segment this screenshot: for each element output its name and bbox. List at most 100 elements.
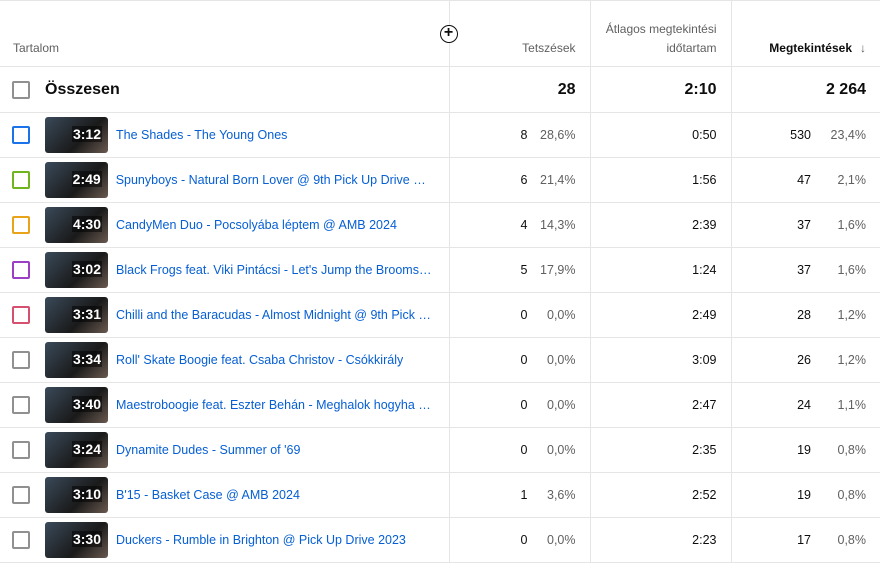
views-value: 37 — [797, 263, 811, 277]
row-checkbox[interactable] — [12, 261, 30, 279]
avg-duration-value: 0:50 — [589, 112, 731, 158]
video-title-link[interactable]: Roll' Skate Boogie feat. Csaba Christov … — [116, 353, 403, 367]
views-value: 17 — [797, 533, 811, 547]
table-row: 3:31 Chilli and the Baracudas - Almost M… — [0, 292, 880, 338]
video-duration: 3:30 — [71, 531, 102, 547]
views-percent: 1,6% — [837, 218, 867, 232]
video-thumbnail[interactable]: 4:30 — [45, 207, 108, 243]
views-cell: 47 2,1% — [730, 157, 880, 203]
table-row: 3:12 The Shades - The Young Ones 8 28,6% … — [0, 112, 880, 158]
video-thumbnail[interactable]: 3:10 — [45, 477, 108, 513]
avg-duration-value: 2:49 — [589, 292, 731, 338]
column-header-avg-duration[interactable]: Átlagos megtekintési időtartam — [589, 0, 731, 67]
row-checkbox[interactable] — [12, 171, 30, 189]
header-row: Tartalom + Tetszések Átlagos megtekintési… — [0, 0, 880, 67]
video-thumbnail[interactable]: 3:31 — [45, 297, 108, 333]
avg-duration-value: 2:35 — [589, 427, 731, 473]
video-duration: 3:12 — [71, 126, 102, 142]
views-cell: 24 1,1% — [730, 382, 880, 428]
likes-cell: 0 0,0% — [448, 382, 590, 428]
views-percent: 0,8% — [837, 488, 867, 502]
likes-value: 8 — [520, 128, 528, 142]
likes-cell: 4 14,3% — [448, 202, 590, 248]
column-header-views[interactable]: Megtekintések ↓ — [730, 0, 880, 67]
views-cell: 530 23,4% — [730, 112, 880, 158]
content-header-label: Tartalom — [13, 41, 60, 55]
video-title-link[interactable]: Dynamite Dudes - Summer of '69 — [116, 443, 300, 457]
avg-duration-value: 2:23 — [589, 517, 731, 563]
views-percent: 1,6% — [837, 263, 867, 277]
views-value: 19 — [797, 488, 811, 502]
likes-value: 0 — [520, 398, 528, 412]
video-title-link[interactable]: Black Frogs feat. Viki Pintácsi - Let's … — [116, 263, 431, 277]
row-checkbox[interactable] — [12, 216, 30, 234]
video-title-link[interactable]: CandyMen Duo - Pocsolyába léptem @ AMB 2… — [116, 218, 397, 232]
video-thumbnail[interactable]: 3:34 — [45, 342, 108, 378]
video-title-link[interactable]: Spunyboys - Natural Born Lover @ 9th Pic… — [116, 173, 435, 187]
video-title-link[interactable]: Chilli and the Baracudas - Almost Midnig… — [116, 308, 431, 322]
likes-cell: 0 0,0% — [448, 517, 590, 563]
views-value: 19 — [797, 443, 811, 457]
video-thumbnail[interactable]: 2:49 — [44, 162, 108, 198]
row-checkbox[interactable] — [12, 441, 30, 459]
views-percent: 1,1% — [837, 398, 867, 412]
content-cell: 3:02 Black Frogs feat. Viki Pintácsi - L… — [0, 247, 449, 293]
likes-value: 5 — [520, 263, 528, 277]
video-title-link[interactable]: B'15 - Basket Case @ AMB 2024 — [116, 488, 300, 502]
video-duration: 2:49 — [71, 171, 102, 187]
row-checkbox[interactable] — [12, 396, 30, 414]
views-percent: 23,4% — [830, 128, 866, 142]
video-thumbnail[interactable]: 3:12 — [45, 117, 108, 153]
video-title-link[interactable]: Duckers - Rumble in Brighton @ Pick Up D… — [116, 533, 406, 547]
video-thumbnail[interactable]: 3:30 — [45, 522, 108, 558]
column-header-content: Tartalom + — [0, 0, 458, 67]
video-duration: 3:34 — [71, 351, 102, 367]
views-cell: 28 1,2% — [730, 292, 880, 338]
video-title-link[interactable]: The Shades - The Young Ones — [116, 128, 287, 142]
avg-duration-value: 2:52 — [589, 472, 731, 518]
views-percent: 1,2% — [837, 353, 867, 367]
video-title-link[interactable]: Maestroboogie feat. Eszter Behán - Megha… — [116, 398, 435, 412]
video-thumbnail[interactable]: 3:24 — [45, 432, 108, 468]
table-row: 4:30 CandyMen Duo - Pocsolyába léptem @ … — [0, 202, 880, 248]
plus-circle-icon[interactable]: + — [439, 25, 458, 43]
likes-percent: 0,0% — [547, 533, 576, 547]
likes-cell: 1 3,6% — [448, 472, 590, 518]
likes-percent: 0,0% — [547, 398, 576, 412]
likes-value: 6 — [520, 173, 528, 187]
video-duration: 4:30 — [71, 216, 102, 232]
total-avg-duration: 2:10 — [589, 66, 731, 113]
likes-value: 0 — [520, 533, 528, 547]
likes-value: 0 — [520, 308, 528, 322]
views-percent: 2,1% — [837, 173, 867, 187]
views-cell: 37 1,6% — [730, 202, 880, 248]
views-value: 24 — [797, 398, 811, 412]
total-row: Összesen 28 2:10 2 264 — [0, 66, 880, 113]
video-duration: 3:10 — [71, 486, 102, 502]
content-cell: 3:10 B'15 - Basket Case @ AMB 2024 — [0, 472, 449, 518]
views-cell: 19 0,8% — [730, 472, 880, 518]
content-cell: 3:30 Duckers - Rumble in Brighton @ Pick… — [0, 517, 449, 563]
views-cell: 26 1,2% — [730, 337, 880, 383]
row-checkbox[interactable] — [12, 306, 30, 324]
total-label: Összesen — [45, 80, 120, 98]
views-cell: 37 1,6% — [730, 247, 880, 293]
table-row: 3:30 Duckers - Rumble in Brighton @ Pick… — [0, 517, 880, 563]
video-thumbnail[interactable]: 3:02 — [45, 252, 108, 288]
row-checkbox[interactable] — [12, 126, 30, 144]
row-checkbox[interactable] — [12, 531, 30, 549]
total-checkbox[interactable] — [12, 80, 30, 99]
likes-percent: 3,6% — [547, 488, 576, 502]
video-thumbnail[interactable]: 3:40 — [44, 387, 108, 423]
likes-value: 0 — [520, 353, 528, 367]
table-row: 3:40 Maestroboogie feat. Eszter Behán - … — [0, 382, 880, 428]
likes-cell: 0 0,0% — [448, 292, 590, 338]
likes-cell: 0 0,0% — [448, 427, 590, 473]
views-percent: 0,8% — [837, 443, 867, 457]
column-header-likes[interactable]: Tetszések — [448, 0, 590, 67]
row-checkbox[interactable] — [12, 351, 30, 369]
row-checkbox[interactable] — [12, 486, 30, 504]
content-cell: 4:30 CandyMen Duo - Pocsolyába léptem @ … — [0, 202, 449, 248]
video-duration: 3:24 — [71, 441, 102, 457]
content-cell: 3:40 Maestroboogie feat. Eszter Behán - … — [0, 382, 449, 428]
